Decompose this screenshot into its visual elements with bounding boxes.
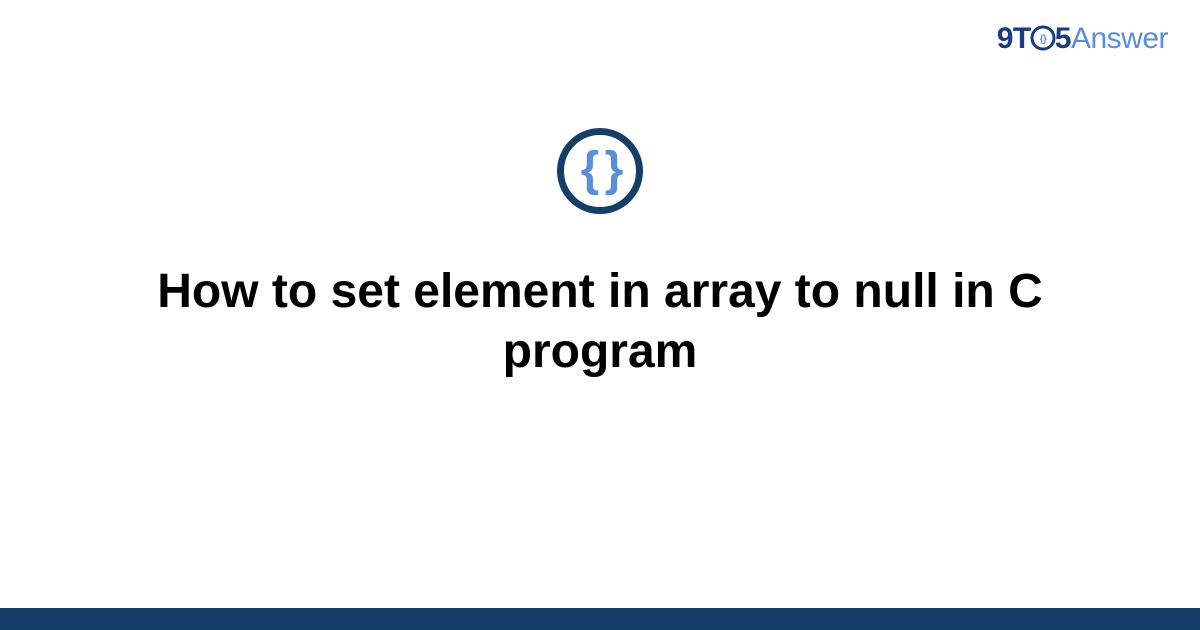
svg-text:{}: {} <box>1039 34 1046 45</box>
logo-text-answer: Answer <box>1071 22 1168 56</box>
page-title: How to set element in array to null in C… <box>100 262 1100 382</box>
topic-icon-circle: { } <box>557 128 643 214</box>
footer-bar <box>0 608 1200 630</box>
logo-o-icon: {} <box>1030 25 1056 51</box>
logo-text-5: 5 <box>1055 22 1071 56</box>
braces-icon: { } <box>581 142 620 197</box>
logo-text-9t: 9T <box>997 22 1031 56</box>
site-logo: 9T {} 5 Answer <box>997 22 1168 56</box>
main-content: { } How to set element in array to null … <box>0 128 1200 382</box>
